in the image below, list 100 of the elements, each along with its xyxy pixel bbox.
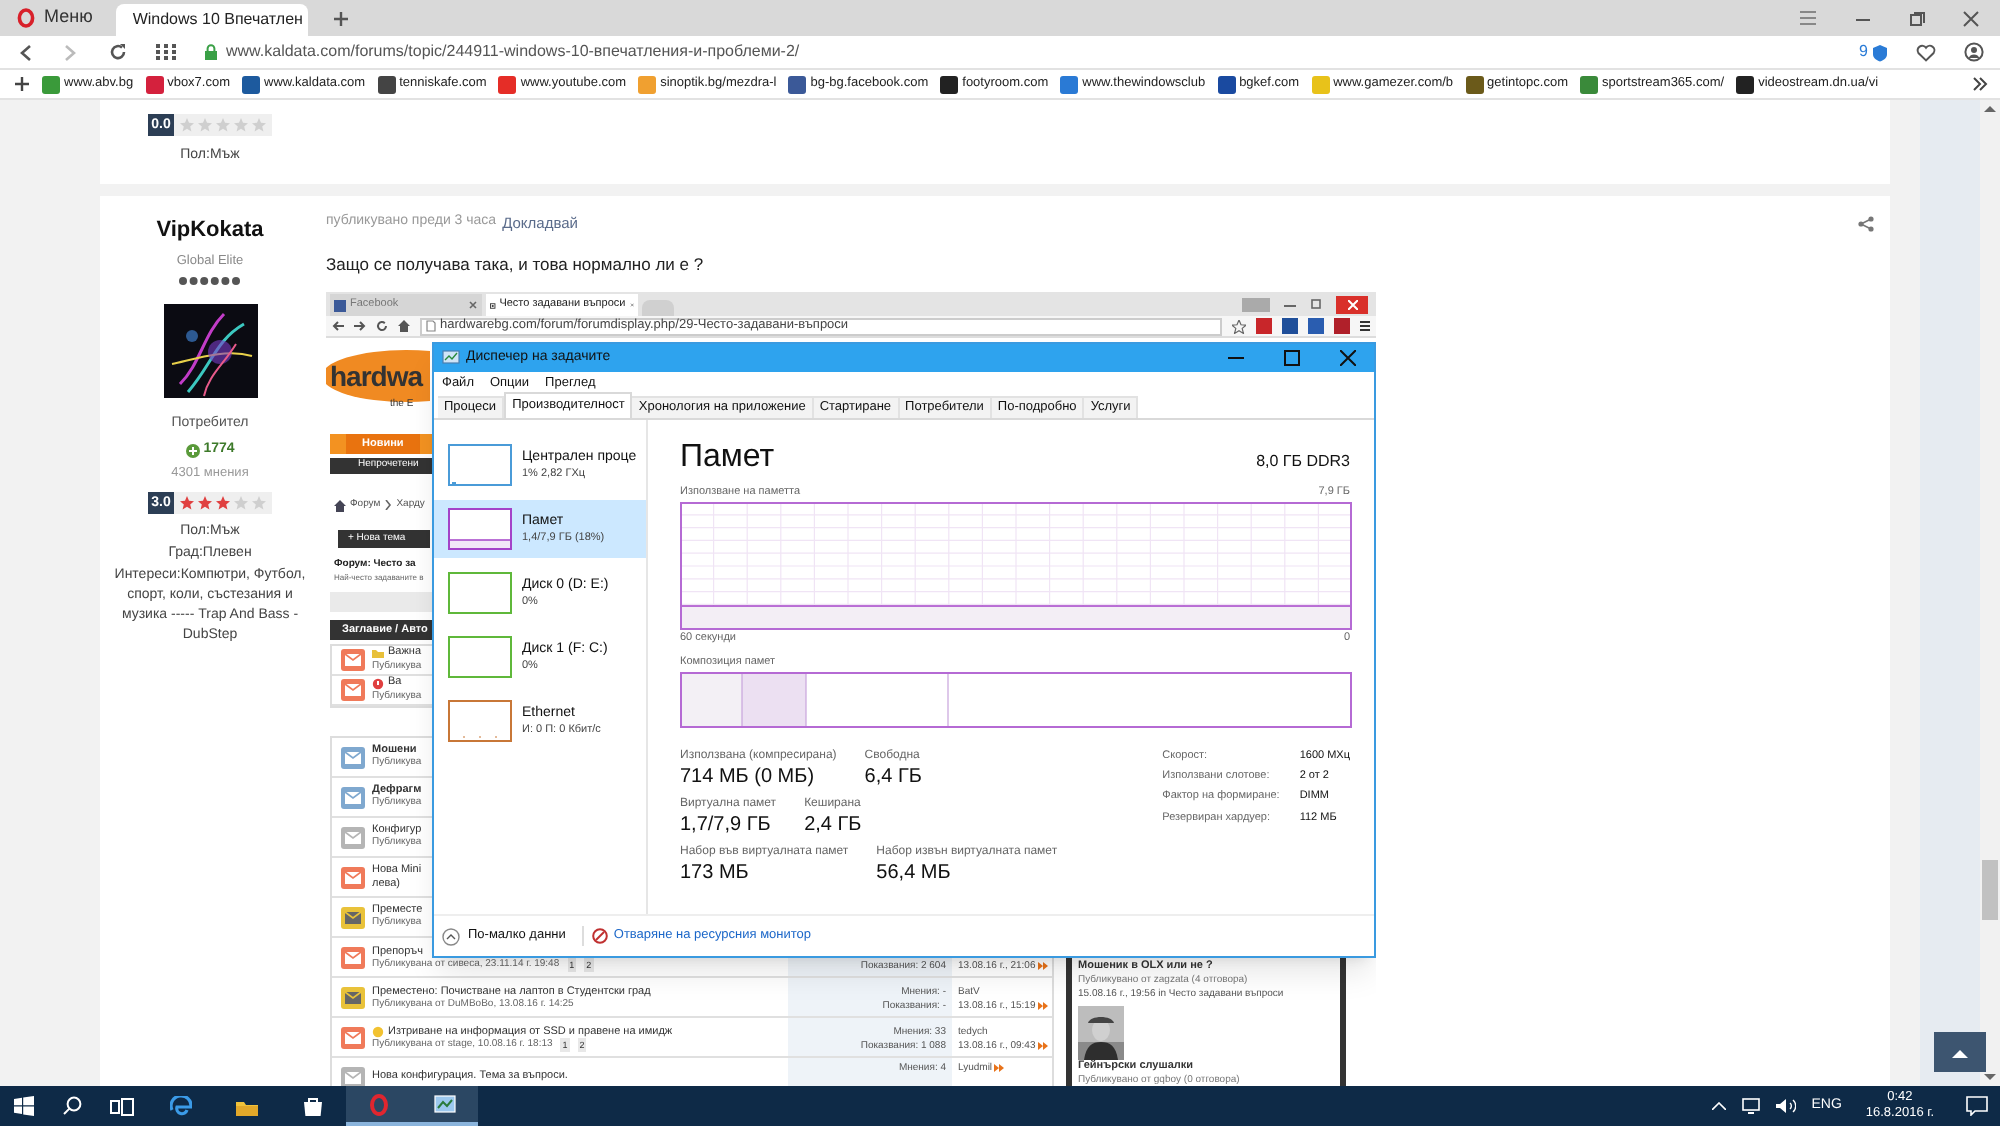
stat-value: 2,4 ГБ [804, 813, 862, 838]
star-icon [180, 496, 195, 510]
favicon-icon [490, 299, 496, 311]
chevron-up-icon[interactable] [1711, 1102, 1726, 1110]
stat-value: 56,4 МБ [876, 861, 953, 886]
resource-monitor-icon [591, 928, 608, 944]
edge-browser-icon [170, 1095, 192, 1117]
close-icon[interactable] [468, 300, 478, 310]
opera-logo-icon [368, 1093, 390, 1115]
reload-icon[interactable] [108, 42, 128, 62]
star-icon [216, 496, 231, 510]
chevron-icon [384, 500, 393, 511]
notification-count: 9 [1859, 40, 1868, 64]
logo-text: hardwa [330, 362, 423, 392]
envelope-icon [340, 865, 366, 889]
menu-icon[interactable] [1360, 320, 1370, 332]
close-button[interactable] [1336, 295, 1368, 313]
envelope-icon [340, 825, 366, 849]
star-icon [252, 496, 267, 510]
favicon-icon [1465, 75, 1484, 93]
restore-icon[interactable] [1310, 298, 1322, 310]
account-icon[interactable] [1964, 42, 1984, 62]
scrollbar-thumb[interactable] [1982, 860, 1998, 920]
favicon-icon [1736, 75, 1755, 93]
post-text: Защо се получава така, и това нормално ли е ? [326, 252, 706, 278]
smiley-icon [372, 1025, 384, 1038]
graph-thumbnail [448, 508, 512, 550]
graph-thumbnail [448, 636, 512, 678]
stat-value: 1,7/7,9 ГБ [680, 813, 773, 838]
back-icon[interactable] [332, 320, 344, 332]
search-icon [62, 1096, 82, 1116]
home-icon[interactable] [398, 320, 410, 332]
restore-icon[interactable] [1908, 9, 1926, 27]
favicon-icon [334, 299, 346, 311]
envelope-icon [340, 905, 366, 929]
network-icon[interactable] [1741, 1098, 1760, 1114]
favicon-icon [788, 75, 807, 93]
forward-icon[interactable] [354, 320, 366, 332]
volume-icon[interactable] [1775, 1098, 1796, 1114]
favicon-icon [242, 75, 261, 93]
back-icon[interactable] [16, 43, 34, 61]
go-last-icon[interactable] [1037, 1041, 1048, 1050]
shield-icon[interactable] [1872, 43, 1888, 61]
envelope-icon [340, 785, 366, 809]
reputation-icon [185, 443, 200, 457]
close-icon[interactable] [1340, 350, 1356, 366]
favicon-icon [638, 75, 657, 93]
notification-icon[interactable] [1966, 1096, 1988, 1116]
browser-tab[interactable]: Windows 10 Впечатлен [116, 4, 309, 36]
star-icon [252, 118, 267, 132]
favicon-icon [1311, 75, 1330, 93]
graph-thumbnail [448, 444, 512, 486]
stat-value: 714 МБ (0 МБ) [680, 765, 817, 790]
username[interactable]: VipKokata [156, 214, 264, 247]
address-field[interactable]: www.kaldata.com/forums/topic/244911-windows-10-впечатления-и-проблеми-2/ [204, 39, 1852, 65]
scroll-up-icon[interactable] [1984, 104, 1996, 112]
star-icon [234, 118, 249, 132]
go-last-icon[interactable] [1037, 1001, 1048, 1010]
favicon-icon [498, 75, 517, 93]
stat-value: 173 МБ [680, 861, 751, 886]
favicon-icon [1580, 75, 1598, 93]
close-icon[interactable] [1962, 9, 1980, 27]
favicon-icon [1060, 75, 1079, 93]
chevron-up-icon [1952, 1047, 1968, 1057]
page-icon [426, 320, 436, 332]
share-icon[interactable] [1858, 215, 1874, 232]
section-heading: Памет [680, 440, 775, 474]
favicon-icon [1217, 75, 1236, 93]
menu-button[interactable]: Меню [8, 2, 101, 34]
star-icon [180, 118, 195, 132]
windows-logo-icon [14, 1096, 34, 1116]
maximize-icon[interactable] [1284, 350, 1300, 366]
star-icon [216, 118, 231, 132]
envelope-icon [340, 1025, 366, 1049]
scroll-down-icon[interactable] [1984, 1074, 1996, 1082]
new-tab-button[interactable] [332, 10, 351, 28]
envelope-icon [340, 985, 366, 1009]
favicon-icon [940, 75, 959, 93]
monitor-chart-icon [434, 1093, 456, 1115]
home-icon[interactable] [334, 499, 346, 512]
folder-icon [372, 647, 384, 659]
reload-icon[interactable] [376, 320, 388, 332]
taskbar-app-button[interactable] [412, 1086, 478, 1126]
close-icon [1347, 299, 1357, 309]
lock-icon [204, 44, 218, 60]
graph-thumbnail [448, 700, 512, 742]
chevron-up-icon [442, 927, 460, 945]
rank-dots-icon [178, 276, 242, 287]
speed-dial-icon[interactable] [156, 44, 176, 60]
add-bookmark-icon[interactable] [14, 76, 30, 92]
back-to-top-button[interactable] [1934, 1032, 1986, 1072]
opera-logo-icon [16, 8, 36, 28]
favicon-icon [145, 75, 164, 93]
star-icon [198, 496, 213, 510]
go-last-icon[interactable] [994, 1064, 1005, 1073]
star-icon [198, 118, 213, 132]
more-bookmarks-icon[interactable] [1972, 76, 1988, 92]
heart-icon[interactable] [1916, 43, 1936, 61]
scrollbar[interactable] [1980, 100, 2000, 1086]
bookmark-star-icon[interactable] [1232, 319, 1246, 333]
